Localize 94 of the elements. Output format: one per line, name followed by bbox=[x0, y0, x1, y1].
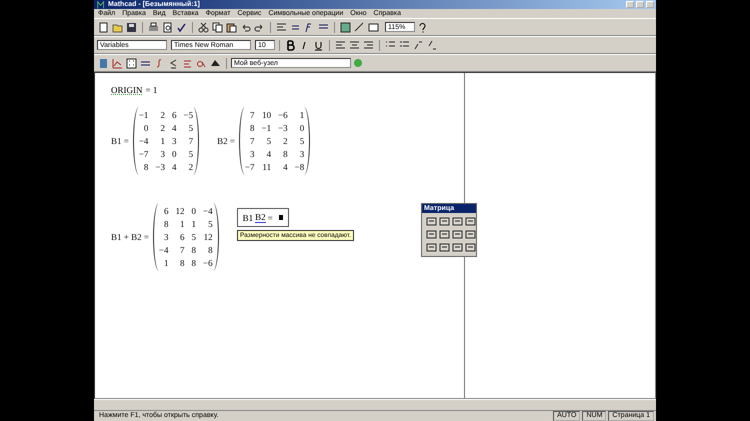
matrix-cell: 6 bbox=[172, 110, 176, 120]
origin-variable: ORIGIN bbox=[111, 85, 142, 95]
origin-value: = 1 bbox=[146, 85, 158, 95]
matrix-cell-text: 5 bbox=[207, 219, 213, 229]
expression-operand: B2 bbox=[255, 212, 266, 223]
matrix-cell: 0 bbox=[192, 206, 196, 216]
matrix-cell: −1 bbox=[262, 123, 272, 133]
matrix-cell-text: 6 bbox=[179, 232, 184, 242]
matrix-cell-text: 8 bbox=[179, 258, 184, 268]
matrix-cell-text: 8 bbox=[163, 219, 168, 229]
spellcheck-icon[interactable] bbox=[176, 22, 187, 32]
redo-icon[interactable] bbox=[254, 22, 265, 32]
matrix-cell: 3 bbox=[172, 136, 176, 146]
matrix-cell-text: 3 bbox=[163, 232, 168, 242]
boolean-icon[interactable] bbox=[168, 58, 179, 68]
matrix-cell-text: 2 bbox=[282, 136, 288, 146]
matrix-cell-text: 8 bbox=[207, 245, 213, 255]
matrix-cell: 4 bbox=[172, 162, 176, 172]
matrix-cell-text: 6 bbox=[163, 206, 168, 216]
matrix-cell: −3 bbox=[278, 123, 288, 133]
placeholder-cursor bbox=[278, 215, 283, 220]
matrix-cell-text: 8 bbox=[249, 123, 254, 133]
matrix-cell: 1 bbox=[192, 219, 196, 229]
matrix-cell: 5 bbox=[192, 232, 196, 242]
matrix-cell-text: 5 bbox=[188, 123, 194, 133]
matrix-cell-text: 7 bbox=[249, 136, 254, 146]
matrix-cell-text: 5 bbox=[188, 149, 194, 159]
new-document-icon[interactable] bbox=[98, 22, 109, 32]
scissors-icon[interactable] bbox=[198, 22, 209, 32]
copy-icon[interactable] bbox=[212, 22, 223, 32]
symbolic-icon[interactable] bbox=[210, 58, 221, 68]
matrix-cell-text: 7 bbox=[179, 245, 184, 255]
matrix-cell-text: 2 bbox=[188, 162, 194, 172]
help-icon[interactable] bbox=[417, 22, 428, 32]
matrix-cell: 8 bbox=[192, 258, 196, 268]
calculator-icon[interactable] bbox=[98, 58, 109, 68]
matrix-cell-text: 4 bbox=[266, 149, 272, 159]
matrix-name: B1 + B2 = bbox=[111, 232, 149, 242]
paste-icon[interactable] bbox=[226, 22, 237, 32]
bold-icon[interactable] bbox=[285, 40, 296, 50]
matrix-cell: −5 bbox=[184, 110, 194, 120]
matrix-cell-text: 1 bbox=[160, 136, 165, 146]
matrix-cell-text: 0 bbox=[298, 123, 304, 133]
matrix-cell-text: 0 bbox=[142, 123, 148, 133]
matrix-cell: 0 bbox=[172, 149, 176, 159]
matrix-cell: −7 bbox=[138, 149, 148, 159]
matrix-cell-text: 7 bbox=[188, 136, 194, 146]
matrix-cell-text: 7 bbox=[249, 110, 254, 120]
matrix-name: B2 = bbox=[217, 136, 235, 146]
equals-sign: = bbox=[268, 212, 273, 222]
matrix-cell-text: 3 bbox=[249, 149, 254, 159]
align-right-icon[interactable] bbox=[363, 40, 374, 50]
matrix-cell-text: 1 bbox=[163, 258, 168, 268]
matrix-cell: −4 bbox=[203, 206, 213, 216]
graph-icon[interactable] bbox=[112, 58, 123, 68]
matrix-cell-text: 8 bbox=[282, 149, 288, 159]
align-left-icon[interactable] bbox=[335, 40, 346, 50]
matrix-cell-text: 5 bbox=[298, 136, 304, 146]
matrix-cell-text: 3 bbox=[298, 149, 304, 159]
matrix-cell: −4 bbox=[158, 245, 168, 255]
undo-icon[interactable] bbox=[240, 22, 251, 32]
matrix-name: B1 = bbox=[111, 136, 129, 146]
matrix-cell: −6 bbox=[203, 258, 213, 268]
matrix-cell: −6 bbox=[278, 110, 288, 120]
printer-icon[interactable] bbox=[148, 22, 159, 32]
matrix-cell-text: 3 bbox=[160, 149, 165, 159]
matrix-cell-text: 5 bbox=[266, 136, 272, 146]
matrix-cell: −7 bbox=[244, 162, 254, 172]
matrix-cell: 10 bbox=[262, 110, 272, 120]
matrix-cell: 12 bbox=[203, 232, 213, 242]
save-icon[interactable] bbox=[126, 22, 137, 32]
matrix-cell-text: 4 bbox=[282, 162, 288, 172]
matrix-cell: −1 bbox=[138, 110, 148, 120]
expression-box[interactable]: B1 B2 = bbox=[236, 208, 289, 227]
matrix-cell: −3 bbox=[155, 162, 165, 172]
expression-operand: B1 bbox=[242, 212, 254, 222]
preview-icon[interactable] bbox=[162, 22, 173, 32]
matrix-cell: −4 bbox=[138, 136, 148, 146]
matrix-cell-text: 8 bbox=[142, 162, 148, 172]
matrix-cell-text: 2 bbox=[160, 123, 165, 133]
matrix-cell: 11 bbox=[262, 162, 272, 172]
app-logo-icon[interactable] bbox=[97, 0, 105, 8]
matrix-cell: 12 bbox=[176, 206, 184, 216]
matrix-cell-text: 1 bbox=[298, 110, 304, 120]
resource-icon[interactable] bbox=[340, 22, 351, 32]
matrix-cell-text: 2 bbox=[160, 110, 165, 120]
matrix-cell: 4 bbox=[172, 123, 176, 133]
underline-icon[interactable] bbox=[313, 40, 324, 50]
matrix-cell: −8 bbox=[294, 162, 304, 172]
matrix-cell-text: 1 bbox=[179, 219, 184, 229]
folder-icon[interactable] bbox=[112, 22, 123, 32]
align-center-icon[interactable] bbox=[349, 40, 360, 50]
align-icon[interactable] bbox=[276, 22, 287, 32]
matrix-cell: 8 bbox=[192, 245, 196, 255]
